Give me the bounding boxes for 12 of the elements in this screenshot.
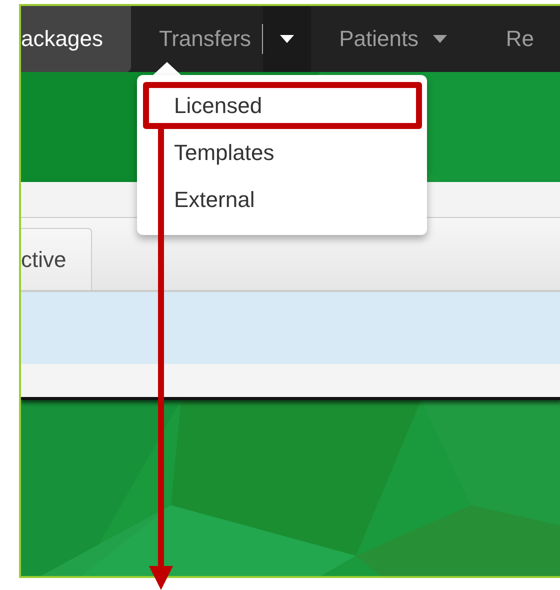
nav-link[interactable]: Re (478, 6, 560, 72)
caret-icon (280, 35, 294, 43)
menu-item[interactable]: External (143, 176, 422, 223)
tab[interactable]: ctive (21, 228, 92, 290)
nav-link[interactable]: Transfers (130, 6, 264, 72)
menu-item[interactable]: Templates (143, 129, 422, 176)
nav-link[interactable]: ackages (21, 6, 131, 72)
table-row[interactable] (21, 364, 560, 397)
caret-icon (432, 35, 447, 43)
table-row[interactable] (21, 292, 560, 364)
dropdown-toggle-button[interactable] (263, 6, 312, 72)
menu-item[interactable]: Licensed (143, 82, 422, 129)
